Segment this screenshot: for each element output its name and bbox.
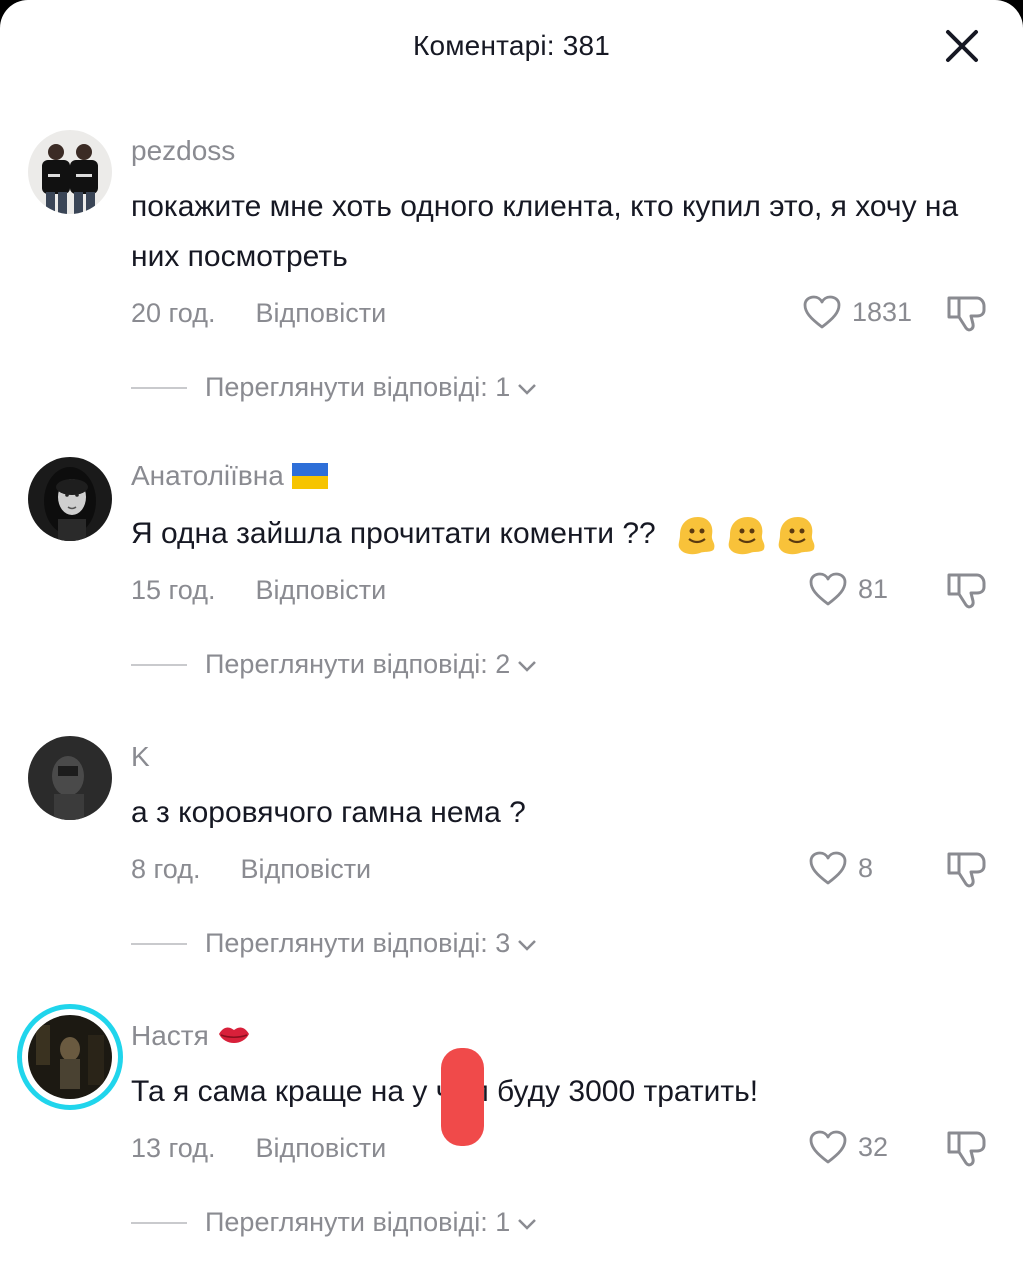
view-replies-button[interactable]: Переглянути відповіді: 1 (131, 1207, 538, 1238)
emoji-group (674, 513, 818, 557)
like-button[interactable]: 8 (808, 850, 873, 886)
view-replies-button[interactable]: Переглянути відповіді: 3 (131, 928, 538, 959)
close-icon[interactable] (940, 24, 984, 68)
comment-text: Я одна зайшла прочитати коменти ?? (131, 517, 656, 550)
comment-item: pezdoss покажите мне хоть одного клиента… (0, 130, 1023, 409)
avatar[interactable] (28, 1015, 112, 1099)
comment-username[interactable]: Настя (131, 1020, 209, 1052)
chevron-down-icon (518, 660, 537, 672)
heart-icon (803, 295, 841, 329)
comment-time: 15 год. (131, 575, 216, 605)
view-replies-label: Переглянути відповіді: 1 (205, 372, 511, 402)
like-count: 1831 (852, 296, 913, 327)
dislike-button[interactable] (945, 1127, 989, 1171)
comment-text: Та я сама краще на у чим буду 3000 трати… (131, 1075, 759, 1108)
like-button[interactable]: 81 (808, 571, 888, 607)
thumbs-down-icon (947, 1131, 986, 1167)
chevron-down-icon (518, 383, 537, 395)
thumbs-down-icon (947, 573, 986, 609)
view-replies-button[interactable]: Переглянути відповіді: 1 (131, 372, 538, 403)
divider (131, 663, 187, 666)
reply-button[interactable]: Відповісти (240, 854, 371, 885)
chevron-down-icon (518, 1218, 537, 1230)
dislike-button[interactable] (945, 848, 989, 892)
comment-time: 13 год. (131, 1133, 216, 1163)
comment-item: Анатоліївна Я одна зайшла прочитати коме… (0, 457, 1023, 736)
view-replies-label: Переглянути відповіді: 1 (205, 1207, 511, 1237)
dislike-button[interactable] (945, 292, 989, 336)
comments-sheet: Коментарі: 381 pezdoss покажите мне хоть… (0, 0, 1023, 1280)
divider (131, 942, 187, 945)
comments-header-title: Коментарі: 381 (412, 30, 611, 61)
melting-face-icon (728, 517, 765, 555)
thumbs-down-icon (947, 852, 986, 888)
comment-time: 8 год. (131, 854, 201, 884)
comment-item: K а з коровячого гамна нема ? 8 год. Від… (0, 736, 1023, 1015)
heart-icon (809, 851, 847, 885)
heart-icon (809, 1130, 847, 1164)
thumbs-down-icon (947, 296, 986, 332)
comment-username[interactable]: K (131, 741, 150, 773)
comment-text: а з коровячого гамна нема ? (131, 796, 526, 829)
view-replies-label: Переглянути відповіді: 3 (205, 928, 511, 958)
like-count: 81 (858, 573, 889, 604)
avatar[interactable] (28, 736, 112, 820)
reply-button[interactable]: Відповісти (255, 1133, 386, 1164)
view-replies-label: Переглянути відповіді: 2 (205, 649, 511, 679)
ukraine-flag-icon (291, 463, 328, 489)
like-count: 32 (858, 1131, 889, 1162)
kiss-lips-icon (218, 1027, 249, 1043)
dislike-button[interactable] (945, 569, 989, 613)
reply-button[interactable]: Відповісти (255, 298, 386, 329)
comment-username[interactable]: Анатоліївна (131, 460, 284, 492)
heart-icon (809, 572, 847, 606)
divider (131, 386, 187, 389)
comment-text: покажите мне хоть одного клиента, кто ку… (131, 190, 959, 273)
comment-username[interactable]: pezdoss (131, 135, 235, 167)
reply-button[interactable]: Відповісти (255, 575, 386, 606)
like-button[interactable]: 32 (808, 1129, 888, 1165)
comment-time: 20 год. (131, 298, 216, 328)
redaction-mark (441, 1048, 484, 1146)
view-replies-button[interactable]: Переглянути відповіді: 2 (131, 649, 538, 680)
divider (131, 1221, 187, 1224)
avatar[interactable] (28, 457, 112, 541)
avatar[interactable] (28, 130, 112, 214)
comment-item: Настя Та я сама краще на у чим буду 3000… (0, 1004, 1023, 1280)
melting-face-icon (778, 517, 815, 555)
like-count: 8 (858, 852, 874, 883)
chevron-down-icon (518, 939, 537, 951)
melting-face-icon (678, 517, 715, 555)
like-button[interactable]: 1831 (802, 294, 912, 330)
